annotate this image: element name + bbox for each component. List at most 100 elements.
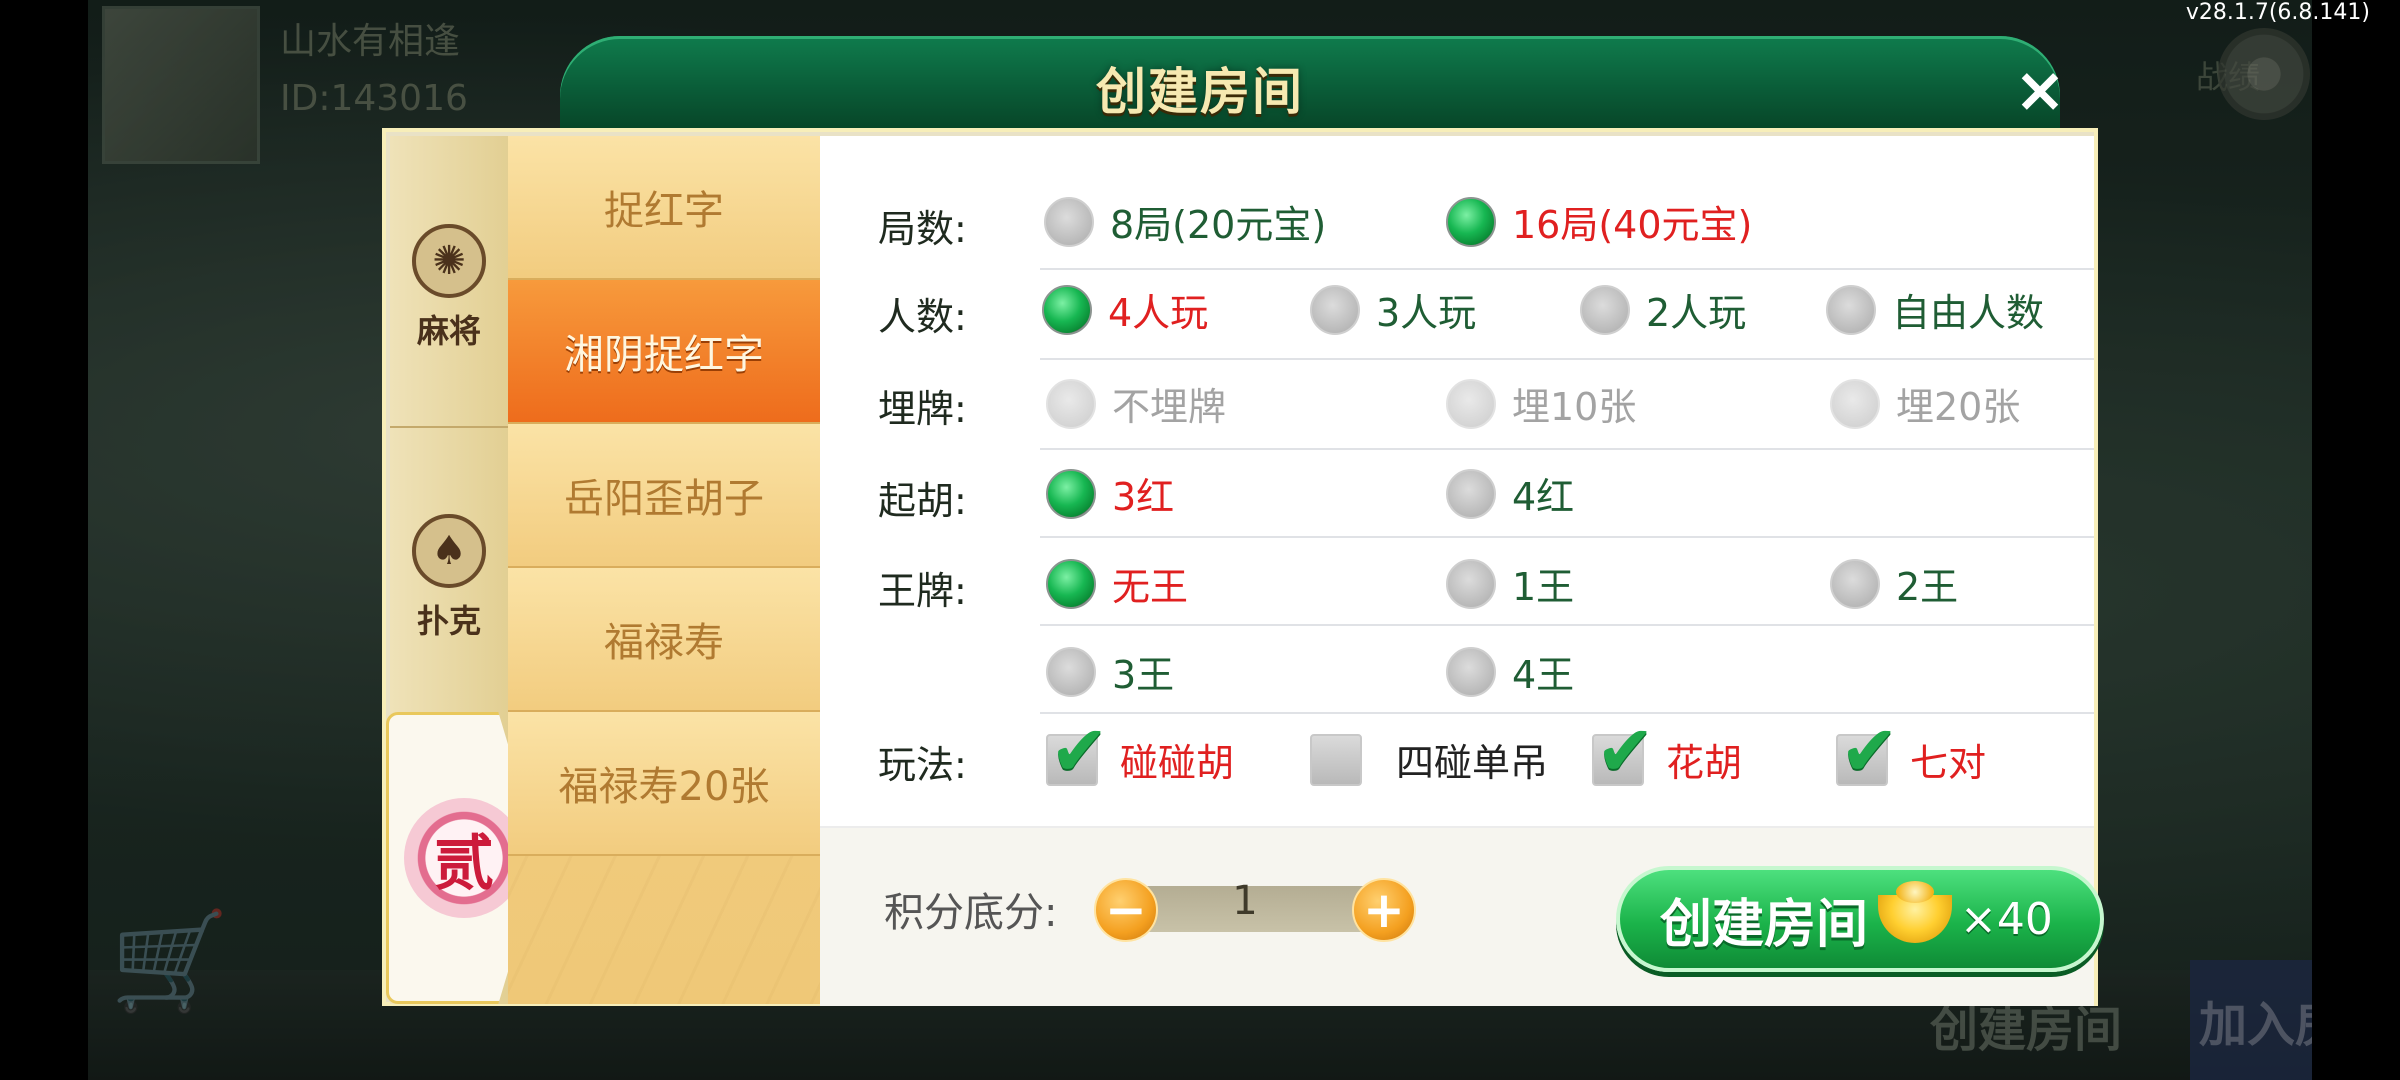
play-option-sipeng-dandiao[interactable]: 四碰单吊 (1310, 732, 1548, 787)
row-divider (1040, 624, 2094, 626)
option-label: 不埋牌 (1112, 385, 1227, 429)
bury-option-10[interactable]: 埋10张 (1446, 376, 1636, 431)
gold-ingot-icon (1878, 881, 1953, 943)
close-button[interactable]: × (2010, 59, 2070, 121)
play-option-qidui[interactable]: ✔ 七对 (1836, 710, 1987, 792)
game-item-zhuohongzi[interactable]: 捉红字 (508, 136, 820, 280)
er-badge-icon: 贰 (404, 798, 524, 918)
checkbox-checked-icon: ✔ (1592, 710, 1655, 792)
qihu-option-3[interactable]: 3红 (1046, 466, 1174, 521)
score-label: 积分底分: (884, 890, 1058, 936)
screen-edge-right (2312, 0, 2400, 1080)
check-mark-icon: ✔ (1596, 709, 1655, 792)
row-divider (1040, 712, 2094, 714)
option-label: 4人玩 (1108, 291, 1209, 335)
radio-selected-icon (1042, 284, 1092, 335)
option-label: 埋20张 (1896, 385, 2021, 429)
category-poker[interactable]: ♠ 扑克 (390, 514, 508, 642)
option-label: 埋10张 (1512, 385, 1637, 429)
king-option-1[interactable]: 1王 (1446, 556, 1574, 611)
radio-icon (1446, 558, 1496, 609)
category-label: 麻将 (416, 312, 481, 350)
option-label: 自由人数 (1892, 291, 2045, 335)
qihu-label: 起胡: (878, 479, 967, 523)
play-label: 玩法: (878, 743, 967, 787)
king-label: 王牌: (878, 569, 967, 613)
players-option-2[interactable]: 2人玩 (1580, 282, 1746, 337)
option-label: 1王 (1512, 565, 1575, 609)
category-mahjong[interactable]: ✺ 麻将 (390, 224, 508, 352)
option-label: 七对 (1910, 741, 1987, 785)
score-plus-button[interactable]: + (1352, 878, 1416, 942)
radio-disabled-icon (1830, 378, 1880, 429)
option-label: 3红 (1112, 475, 1175, 519)
players-option-free[interactable]: 自由人数 (1826, 282, 2044, 337)
play-option-pengpenghu[interactable]: ✔ 碰碰胡 (1046, 710, 1235, 792)
king-option-3[interactable]: 3王 (1046, 644, 1174, 699)
sidebar-divider (390, 426, 508, 428)
bury-label: 埋牌: (878, 387, 967, 431)
row-divider (1040, 268, 2094, 270)
version-label: v28.1.7(6.8.141) (2185, 0, 2370, 25)
checkbox-checked-icon: ✔ (1046, 710, 1109, 792)
option-label: 8局(20元宝) (1110, 203, 1327, 247)
bury-option-none[interactable]: 不埋牌 (1046, 376, 1226, 431)
game-item-xiangyin-zhuohongzi[interactable]: 湘阴捉红字 (508, 280, 820, 424)
qihu-option-4[interactable]: 4红 (1446, 466, 1574, 521)
checkbox-checked-icon: ✔ (1836, 710, 1899, 792)
option-label: 3王 (1112, 653, 1175, 697)
rounds-option-8[interactable]: 8局(20元宝) (1044, 194, 1326, 249)
options-content: 局数: 8局(20元宝) 16局(40元宝) 人数: 4人玩 3人玩 2人玩 自… (820, 136, 2094, 826)
radio-disabled-icon (1046, 378, 1096, 429)
option-label: 4王 (1512, 653, 1575, 697)
option-label: 2人玩 (1646, 291, 1747, 335)
category-label: 扑克 (416, 602, 481, 640)
radio-icon (1826, 284, 1876, 335)
rounds-option-16[interactable]: 16局(40元宝) (1446, 194, 1752, 249)
game-item-yueyang-waihuzi[interactable]: 岳阳歪胡子 (508, 424, 820, 568)
radio-disabled-icon (1446, 378, 1496, 429)
radio-icon (1446, 468, 1496, 519)
players-option-3[interactable]: 3人玩 (1310, 282, 1476, 337)
option-label: 花胡 (1666, 741, 1743, 785)
players-label: 人数: (878, 295, 967, 339)
bury-option-20[interactable]: 埋20张 (1830, 376, 2020, 431)
radio-selected-icon (1446, 196, 1496, 247)
game-item-fulushou-20[interactable]: 福禄寿20张 (508, 712, 820, 856)
players-option-4[interactable]: 4人玩 (1042, 282, 1208, 337)
king-option-4[interactable]: 4王 (1446, 644, 1574, 699)
rounds-label: 局数: (878, 207, 967, 251)
radio-icon (1446, 646, 1496, 697)
radio-icon (1310, 284, 1360, 335)
radio-selected-icon (1046, 558, 1096, 609)
king-option-none[interactable]: 无王 (1046, 556, 1188, 611)
option-label: 16局(40元宝) (1512, 203, 1753, 247)
create-room-button[interactable]: 创建房间 ×40 (1616, 866, 2104, 972)
option-label: 碰碰胡 (1120, 741, 1235, 785)
radio-icon (1046, 646, 1096, 697)
option-label: 2王 (1896, 565, 1959, 609)
king-option-2[interactable]: 2王 (1830, 556, 1958, 611)
row-divider (1040, 358, 2094, 360)
game-list: 捉红字 湘阴捉红字 岳阳歪胡子 福禄寿 福禄寿20张 (508, 136, 820, 1004)
check-mark-icon: ✔ (1050, 709, 1109, 792)
play-option-huahu[interactable]: ✔ 花胡 (1592, 710, 1743, 792)
mahjong-icon: ✺ (412, 224, 486, 298)
option-label: 无王 (1112, 565, 1189, 609)
option-label: 4红 (1512, 475, 1575, 519)
option-label: 四碰单吊 (1396, 741, 1549, 785)
row-divider (1040, 448, 2094, 450)
game-item-fulushou[interactable]: 福禄寿 (508, 568, 820, 712)
row-divider (1040, 536, 2094, 538)
check-mark-icon: ✔ (1840, 709, 1899, 792)
radio-icon (1044, 196, 1094, 247)
spade-icon: ♠ (412, 514, 486, 588)
radio-selected-icon (1046, 468, 1096, 519)
option-label: 3人玩 (1376, 291, 1477, 335)
create-room-cost: ×40 (1960, 893, 2053, 945)
radio-icon (1580, 284, 1630, 335)
screen-edge-left (0, 0, 88, 1080)
create-room-label: 创建房间 (1660, 894, 1869, 955)
checkbox-icon (1310, 733, 1362, 786)
score-minus-button[interactable]: − (1094, 878, 1158, 942)
